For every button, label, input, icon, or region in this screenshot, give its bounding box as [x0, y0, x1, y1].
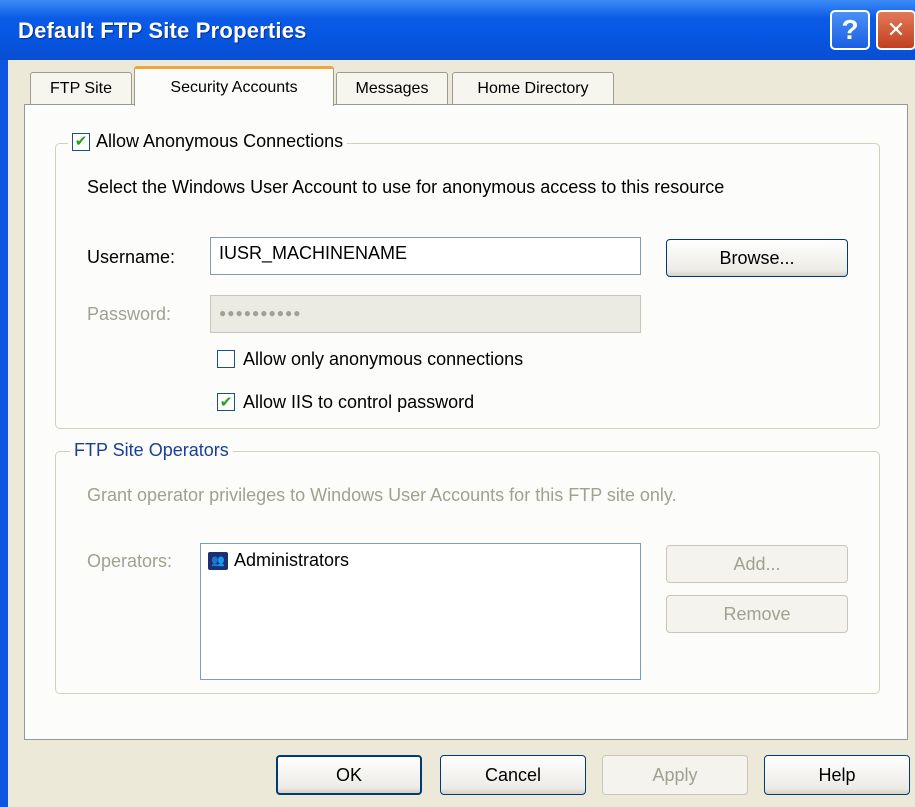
users-group-icon: 👥 — [208, 551, 228, 570]
username-label: Username: — [87, 247, 176, 267]
username-input[interactable]: IUSR_MACHINENAME — [210, 237, 641, 275]
operator-name: Administrators — [234, 550, 350, 570]
apply-button[interactable]: Apply — [602, 755, 748, 795]
close-icon[interactable]: ✕ — [876, 10, 915, 50]
anonymous-description: Select the Windows User Account to use f… — [87, 177, 725, 197]
password-label: Password: — [87, 304, 172, 324]
tab-security-accounts[interactable]: Security Accounts — [134, 66, 334, 106]
add-button[interactable]: Add... — [666, 545, 848, 583]
window-title: Default FTP Site Properties — [18, 18, 307, 43]
browse-button[interactable]: Browse... — [666, 239, 848, 277]
list-item[interactable]: 👥 Administrators — [208, 550, 349, 571]
window-border — [0, 60, 8, 807]
operators-description: Grant operator privileges to Windows Use… — [87, 485, 677, 505]
remove-button[interactable]: Remove — [666, 595, 848, 633]
help-icon[interactable]: ? — [830, 10, 870, 50]
iis-control-password-checkbox[interactable]: ✔ — [217, 393, 235, 411]
tab-home-directory[interactable]: Home Directory — [452, 72, 614, 104]
anonymous-legend: ✔ Allow Anonymous Connections — [68, 131, 348, 152]
help-button[interactable]: Help — [764, 755, 910, 795]
allow-anonymous-label: Allow Anonymous Connections — [96, 131, 344, 151]
allow-only-anonymous-checkbox[interactable]: ✔ — [217, 350, 235, 368]
tab-ftp-site[interactable]: FTP Site — [30, 72, 132, 104]
operators-legend: FTP Site Operators — [70, 440, 233, 461]
allow-only-anonymous-label: Allow only anonymous connections — [243, 349, 524, 369]
tab-messages[interactable]: Messages — [336, 72, 448, 104]
ok-button[interactable]: OK — [276, 755, 422, 795]
iis-control-password-label: Allow IIS to control password — [243, 392, 475, 412]
allow-anonymous-checkbox[interactable]: ✔ — [72, 132, 90, 151]
password-input[interactable]: ●●●●●●●●●● — [210, 295, 641, 333]
operators-label: Operators: — [87, 551, 173, 571]
cancel-button[interactable]: Cancel — [440, 755, 586, 795]
